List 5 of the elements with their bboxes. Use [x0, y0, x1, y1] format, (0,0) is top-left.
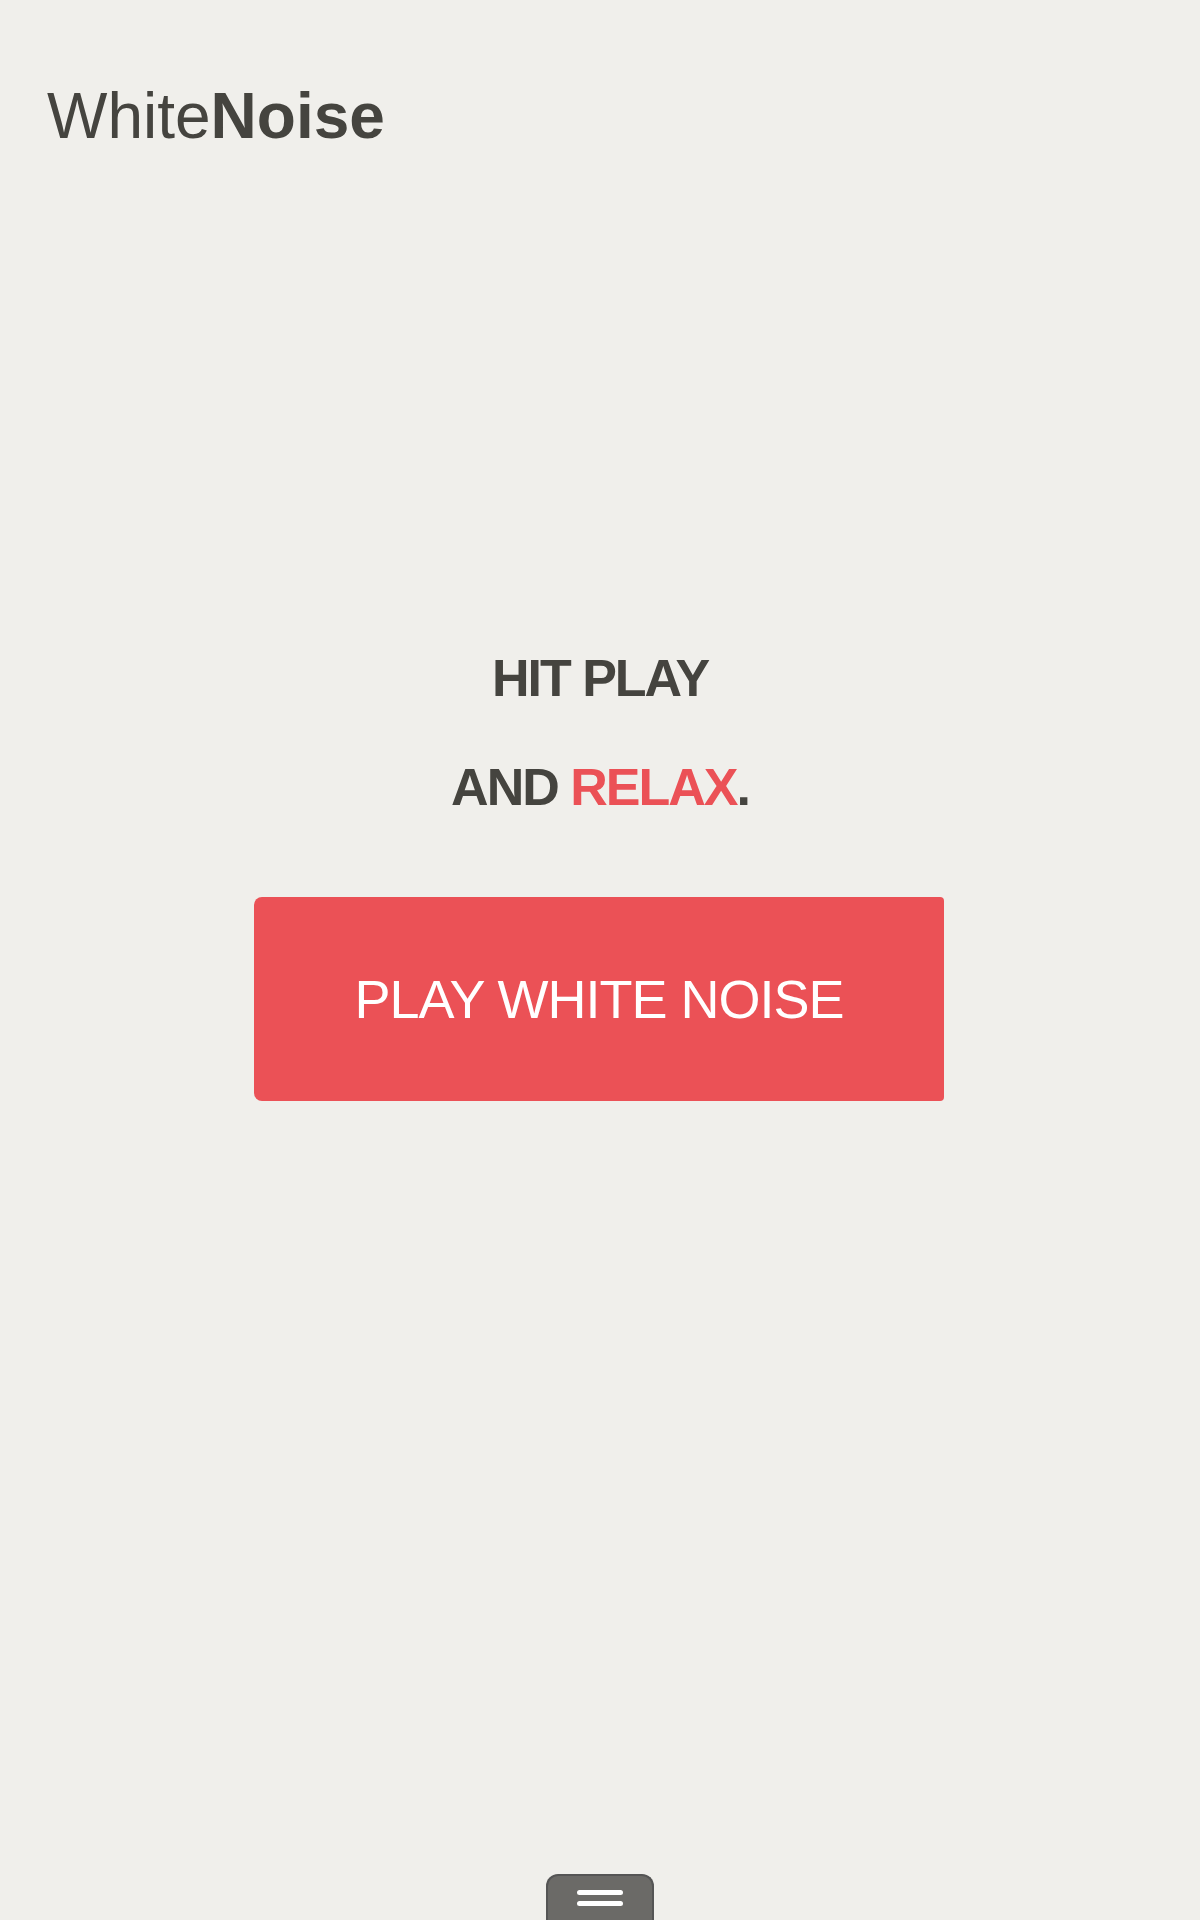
menu-handle[interactable]: [545, 1874, 654, 1920]
menu-icon: [576, 1888, 623, 1908]
app-title: WhiteNoise: [47, 79, 385, 154]
play-button[interactable]: PLAY WHITE NOISE: [254, 897, 944, 1101]
headline: HIT PLAY AND RELAX.: [450, 648, 750, 818]
